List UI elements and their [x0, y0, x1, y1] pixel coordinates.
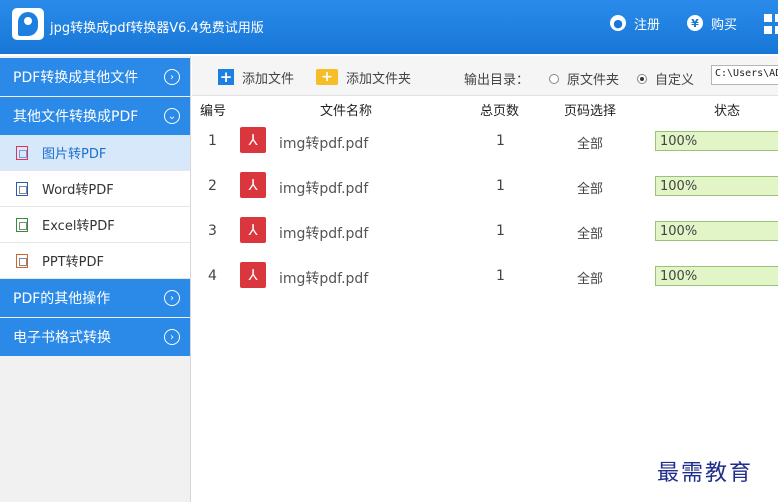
register-label: 注册 [634, 17, 661, 33]
add-folder-label: 添加文件夹 [346, 71, 412, 87]
category-label: PDF的其他操作 [13, 291, 111, 307]
toolbar: + 添加文件 + 添加文件夹 输出目录： 原文件夹 自定义 C:\Users\A… [192, 56, 778, 96]
table-row[interactable]: 4 ⅄ img转pdf.pdf 1 全部 100% [192, 255, 778, 299]
sidebar-item-label: 图片转PDF [42, 147, 107, 162]
pdf-file-icon: ⅄ [240, 262, 266, 288]
sidebar-item-image-to-pdf[interactable]: 图片转PDF [0, 135, 190, 171]
category-label: PDF转换成其他文件 [13, 70, 139, 86]
ppt-file-icon [16, 253, 28, 268]
sidebar-item-excel-to-pdf[interactable]: Excel转PDF [0, 207, 190, 243]
radio-custom-label: 自定义 [655, 73, 695, 88]
row-page-range[interactable]: 全部 [577, 178, 603, 197]
status-progress-bar: 100% [655, 131, 778, 151]
radio-original-folder[interactable]: 原文件夹 [549, 69, 619, 88]
chevron-right-icon: › [164, 329, 180, 345]
radio-selected-icon [637, 73, 647, 84]
sidebar-category-ebook-convert[interactable]: 电子书格式转换 › [0, 318, 190, 356]
row-index: 3 [208, 223, 217, 239]
row-pages: 1 [496, 268, 505, 284]
row-filename: img转pdf.pdf [279, 271, 369, 287]
row-pages: 1 [496, 223, 505, 239]
header-total-pages: 总页数 [480, 104, 520, 119]
chevron-right-icon: › [164, 69, 180, 85]
excel-file-icon [16, 217, 28, 232]
sidebar-item-ppt-to-pdf[interactable]: PPT转PDF [0, 243, 190, 279]
chevron-right-icon: › [164, 290, 180, 306]
header-filename: 文件名称 [320, 104, 373, 119]
sidebar-category-other-to-pdf[interactable]: 其他文件转换成PDF ⌄ [0, 97, 190, 135]
watermark-text: 最需教育 [657, 461, 754, 486]
category-label: 其他文件转换成PDF [13, 109, 139, 125]
app-title: jpg转换成pdf转换器V6.4免费试用版 [50, 21, 264, 36]
table-header: 编号 文件名称 总页数 页码选择 状态 [192, 97, 778, 119]
status-progress-bar: 100% [655, 266, 778, 286]
add-file-icon: + [218, 68, 234, 86]
row-page-range[interactable]: 全部 [577, 268, 603, 287]
sidebar-item-label: PPT转PDF [42, 255, 104, 270]
radio-original-label: 原文件夹 [567, 73, 620, 88]
row-page-range[interactable]: 全部 [577, 223, 603, 242]
add-file-button[interactable]: + 添加文件 [218, 67, 294, 87]
radio-custom[interactable]: 自定义 [637, 69, 694, 88]
app-logo-icon [12, 8, 44, 40]
header-index: 编号 [200, 104, 227, 119]
row-index: 1 [208, 133, 217, 149]
add-file-label: 添加文件 [242, 71, 295, 87]
pdf-file-icon: ⅄ [240, 172, 266, 198]
row-pages: 1 [496, 133, 505, 149]
sidebar-category-pdf-to-other[interactable]: PDF转换成其他文件 › [0, 58, 190, 96]
sidebar-category-pdf-other-ops[interactable]: PDF的其他操作 › [0, 279, 190, 317]
title-bar: jpg转换成pdf转换器V6.4免费试用版 ● 注册 ¥ 购买 [0, 0, 778, 54]
word-file-icon [16, 181, 28, 196]
chevron-down-icon: ⌄ [164, 108, 180, 124]
add-folder-icon: + [316, 69, 338, 85]
pdf-file-icon: ⅄ [240, 127, 266, 153]
row-filename: img转pdf.pdf [279, 136, 369, 152]
progress-text: 100% [660, 269, 698, 284]
radio-icon [549, 73, 559, 84]
table-row[interactable]: 3 ⅄ img转pdf.pdf 1 全部 100% [192, 210, 778, 254]
output-path-input[interactable]: C:\Users\AD [711, 65, 778, 85]
row-index: 2 [208, 178, 217, 194]
progress-text: 100% [660, 179, 698, 194]
register-button[interactable]: ● 注册 [610, 13, 660, 33]
sidebar-item-label: Word转PDF [42, 183, 114, 198]
buy-button[interactable]: ¥ 购买 [687, 13, 737, 33]
table-row[interactable]: 1 ⅄ img转pdf.pdf 1 全部 100% [192, 120, 778, 164]
row-index: 4 [208, 268, 217, 284]
buy-label: 购买 [711, 17, 738, 33]
image-file-icon [16, 145, 28, 160]
progress-text: 100% [660, 134, 698, 149]
row-filename: img转pdf.pdf [279, 226, 369, 242]
header-status: 状态 [714, 104, 741, 119]
category-label: 电子书格式转换 [13, 330, 111, 346]
row-filename: img转pdf.pdf [279, 181, 369, 197]
status-progress-bar: 100% [655, 221, 778, 241]
grid-menu-icon[interactable] [764, 14, 778, 34]
progress-text: 100% [660, 224, 698, 239]
sidebar-item-word-to-pdf[interactable]: Word转PDF [0, 171, 190, 207]
header-page-range: 页码选择 [564, 104, 617, 119]
yen-icon: ¥ [687, 15, 703, 31]
add-folder-button[interactable]: + 添加文件夹 [316, 67, 411, 87]
user-icon: ● [610, 15, 626, 31]
row-page-range[interactable]: 全部 [577, 133, 603, 152]
output-dir-label: 输出目录： [464, 73, 530, 88]
status-progress-bar: 100% [655, 176, 778, 196]
sidebar-item-label: Excel转PDF [42, 219, 115, 234]
row-pages: 1 [496, 178, 505, 194]
pdf-file-icon: ⅄ [240, 217, 266, 243]
table-row[interactable]: 2 ⅄ img转pdf.pdf 1 全部 100% [192, 165, 778, 209]
